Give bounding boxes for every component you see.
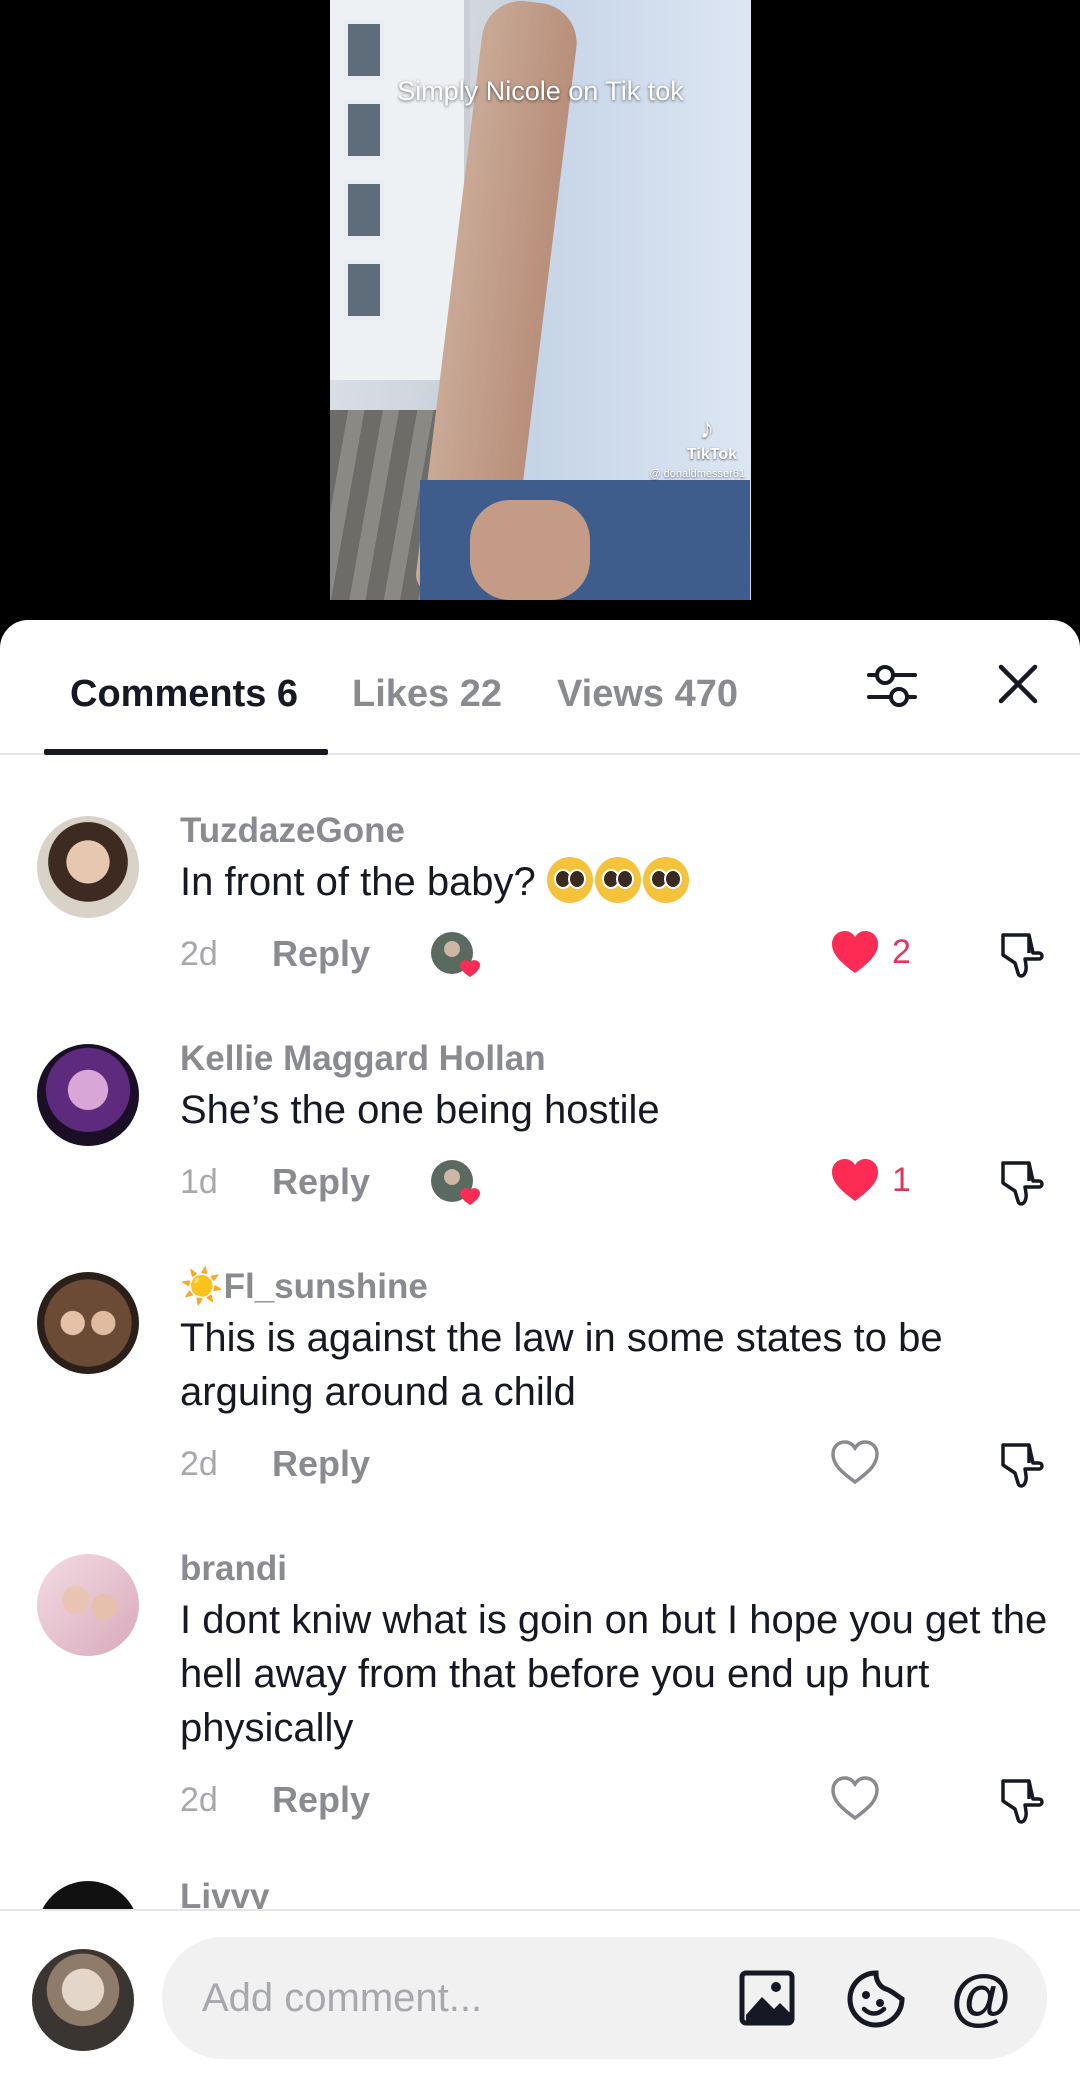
comment-username[interactable]: ☀️Fl_sunshine [180, 1265, 1050, 1309]
close-icon [998, 664, 1038, 704]
dislike-button[interactable] [995, 1775, 1045, 1830]
video-caption: Simply Nicole on Tik tok [397, 76, 684, 106]
thumbs-down-icon [1001, 933, 1044, 978]
avatar[interactable] [37, 1881, 139, 1909]
comment-input[interactable]: Add comment... @ [162, 1937, 1047, 2059]
comment-time: 2d [180, 1445, 218, 1483]
sticker-icon [847, 1970, 905, 2028]
comment-username[interactable]: Kellie Maggard Hollan [180, 1037, 1050, 1081]
heart-icon [832, 931, 878, 973]
image-icon [739, 1970, 795, 2026]
comment-username[interactable]: brandi [180, 1547, 1050, 1591]
mention-button[interactable]: @ [949, 1966, 1013, 2030]
heart-icon [831, 1776, 879, 1821]
video-frame[interactable]: Simply Nicole on Tik tok ♪ TikTok @ dona… [330, 0, 751, 600]
comment-meta: 1d Reply 1 [180, 1153, 1050, 1213]
comment-input-placeholder[interactable]: Add comment... [202, 1976, 735, 2021]
pleading-face-emoji [546, 857, 593, 903]
tiktok-logo-icon: ♪ [699, 412, 715, 445]
reply-button[interactable]: Reply [272, 1443, 370, 1485]
comment-username[interactable]: Livvy [180, 1875, 1050, 1909]
sliders-icon [867, 665, 917, 707]
like-count: 1 [892, 1160, 911, 1199]
close-button[interactable] [990, 656, 1046, 712]
like-button[interactable] [830, 1439, 880, 1485]
pleading-face-emoji [642, 857, 689, 903]
tabs-bar: Comments 6 Likes 22 Views 470 [0, 620, 1080, 755]
reply-button[interactable]: Reply [272, 1779, 370, 1821]
thumbs-down-icon [1001, 1779, 1044, 1824]
avatar[interactable] [37, 1272, 139, 1374]
like-button[interactable] [830, 1775, 880, 1821]
filter-button[interactable] [862, 656, 922, 716]
comment-text: I dont kniw what is goin on but I hope y… [180, 1598, 1048, 1750]
tab-comments[interactable]: Comments 6 [70, 664, 298, 724]
comment-time: 2d [180, 935, 218, 973]
creator-liked-badge [430, 1159, 480, 1205]
comment-time: 2d [180, 1781, 218, 1819]
comment-text: In front of the baby? [180, 855, 1050, 909]
like-count: 2 [892, 932, 911, 971]
active-tab-indicator [44, 749, 328, 755]
dislike-button[interactable] [995, 929, 1045, 984]
sun-emoji: ☀️ [180, 1267, 224, 1306]
reply-button[interactable]: Reply [272, 933, 370, 975]
thumbs-down-icon [1001, 1161, 1044, 1206]
comment-meta: 2d Reply [180, 1771, 1050, 1831]
comment-composer: Add comment... @ [0, 1909, 1080, 2084]
tab-views[interactable]: Views 470 [557, 664, 738, 724]
avatar[interactable] [37, 1554, 139, 1656]
creator-liked-badge [430, 931, 480, 977]
dislike-button[interactable] [995, 1157, 1045, 1212]
comments-sheet: Comments 6 Likes 22 Views 470 TuzdazeGon… [0, 620, 1080, 2084]
heart-icon [831, 1440, 879, 1485]
comment-text: She’s the one being hostile [180, 1088, 660, 1132]
comment-time: 1d [180, 1163, 218, 1201]
comment-text: This is against the law in some states t… [180, 1316, 943, 1414]
dislike-button[interactable] [995, 1439, 1045, 1494]
heart-icon [832, 1159, 878, 1201]
reply-button[interactable]: Reply [272, 1161, 370, 1203]
avatar[interactable] [37, 1044, 139, 1146]
comment-username[interactable]: TuzdazeGone [180, 809, 1050, 853]
thumbs-down-icon [1001, 1443, 1044, 1488]
comment-meta: 2d Reply 2 [180, 925, 1050, 985]
comment-list[interactable]: TuzdazeGone In front of the baby? 2d Rep… [0, 757, 1080, 1909]
like-button[interactable]: 1 [830, 1157, 911, 1203]
sticker-button[interactable] [845, 1966, 909, 2030]
at-icon: @ [950, 1963, 1012, 2032]
video-player[interactable]: Simply Nicole on Tik tok ♪ TikTok @ dona… [0, 0, 1080, 640]
tab-likes[interactable]: Likes 22 [352, 664, 502, 724]
like-button[interactable]: 2 [830, 929, 911, 975]
my-avatar[interactable] [32, 1949, 134, 2051]
tiktok-watermark: ♪ TikTok @ donaldmesser61 [649, 412, 745, 480]
pleading-face-emoji [594, 857, 641, 903]
comment-meta: 2d Reply [180, 1435, 1050, 1495]
image-button[interactable] [735, 1966, 799, 2030]
avatar[interactable] [37, 816, 139, 918]
